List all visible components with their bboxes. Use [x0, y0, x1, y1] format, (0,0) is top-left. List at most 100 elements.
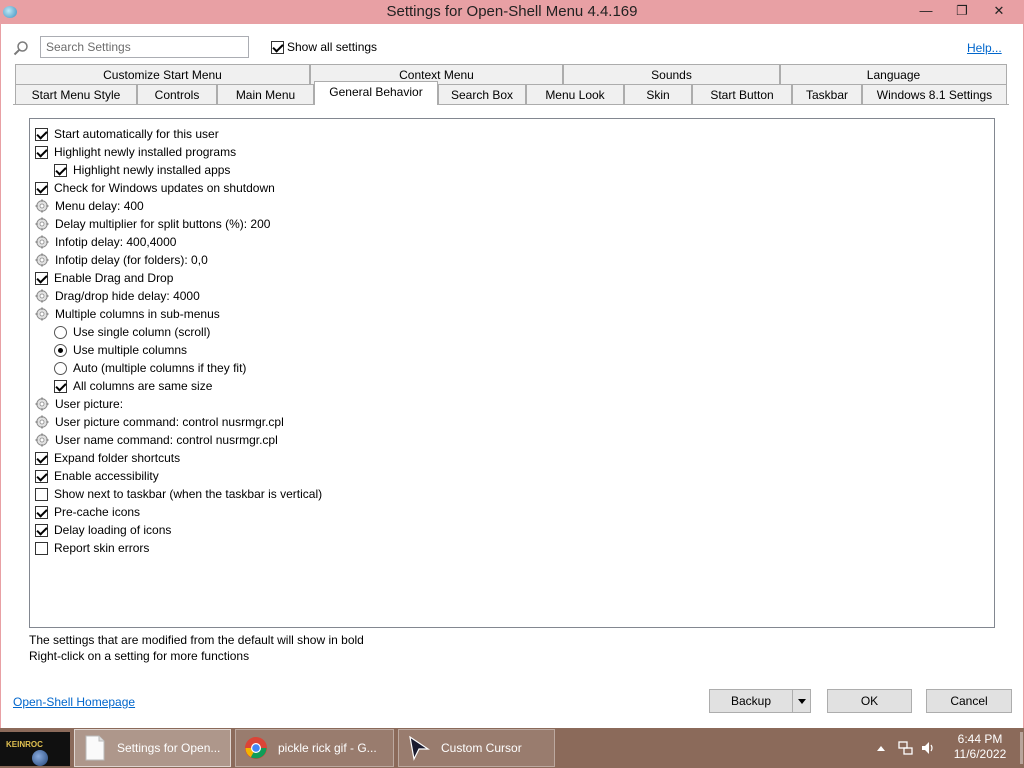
- tab-start-button[interactable]: Start Button: [692, 84, 792, 105]
- restore-button[interactable]: ❐: [946, 0, 978, 22]
- setting-row[interactable]: Check for Windows updates on shutdown: [35, 179, 275, 197]
- cursor-icon: [409, 735, 430, 761]
- settings-window: Show all settings Help... Customize Star…: [0, 24, 1024, 728]
- info-text-bold-note: The settings that are modified from the …: [29, 633, 364, 647]
- tab-start-menu-style[interactable]: Start Menu Style: [15, 84, 137, 105]
- setting-radio[interactable]: [54, 361, 67, 375]
- tab-main-menu[interactable]: Main Menu: [217, 84, 314, 105]
- chrome-icon: [245, 737, 267, 759]
- setting-checkbox[interactable]: [54, 379, 67, 393]
- system-tray: [872, 728, 938, 768]
- show-all-settings-toggle[interactable]: Show all settings: [271, 40, 377, 54]
- start-button[interactable]: KEINROC: [0, 732, 70, 766]
- setting-row[interactable]: All columns are same size: [54, 377, 212, 395]
- close-button[interactable]: ✕: [980, 0, 1018, 22]
- setting-checkbox[interactable]: [35, 451, 48, 465]
- tab-search-box[interactable]: Search Box: [438, 84, 526, 105]
- gear-icon: [35, 415, 49, 429]
- setting-row[interactable]: User name command: control nusrmgr.cpl: [35, 431, 278, 449]
- setting-label: Auto (multiple columns if they fit): [73, 361, 247, 375]
- minimize-button[interactable]: —: [910, 0, 942, 22]
- setting-row[interactable]: Multiple columns in sub-menus: [35, 305, 220, 323]
- show-all-checkbox[interactable]: [271, 40, 284, 54]
- gear-icon: [35, 433, 49, 447]
- setting-row[interactable]: Auto (multiple columns if they fit): [54, 359, 246, 377]
- start-logo-text: KEINROC: [6, 740, 43, 749]
- tab-general-behavior[interactable]: General Behavior: [314, 81, 438, 105]
- setting-label: Menu delay: 400: [55, 199, 144, 213]
- setting-row[interactable]: Expand folder shortcuts: [35, 449, 180, 467]
- setting-radio[interactable]: [54, 325, 67, 339]
- setting-row[interactable]: Highlight newly installed programs: [35, 143, 236, 161]
- title-bar[interactable]: Settings for Open-Shell Menu 4.4.169 — ❐…: [0, 0, 1024, 24]
- setting-row[interactable]: Start automatically for this user: [35, 125, 219, 143]
- network-icon[interactable]: [898, 740, 914, 756]
- setting-row[interactable]: User picture:: [35, 395, 123, 413]
- taskbar-item-custom-cursor[interactable]: Custom Cursor: [398, 729, 555, 767]
- setting-checkbox[interactable]: [35, 523, 48, 537]
- setting-label: Infotip delay: 400,4000: [55, 235, 177, 249]
- setting-checkbox[interactable]: [35, 469, 48, 483]
- setting-radio[interactable]: [54, 343, 67, 357]
- chevron-up-icon[interactable]: [876, 744, 886, 752]
- homepage-link[interactable]: Open-Shell Homepage: [13, 695, 135, 709]
- setting-row[interactable]: Use multiple columns: [54, 341, 187, 359]
- setting-label: Delay loading of icons: [54, 523, 172, 537]
- setting-checkbox[interactable]: [35, 487, 48, 501]
- setting-checkbox[interactable]: [35, 145, 48, 159]
- setting-checkbox[interactable]: [35, 181, 48, 195]
- cancel-button[interactable]: Cancel: [926, 689, 1012, 713]
- setting-row[interactable]: Menu delay: 400: [35, 197, 144, 215]
- settings-list[interactable]: Start automatically for this user Highlig…: [29, 118, 995, 628]
- setting-label: Drag/drop hide delay: 4000: [55, 289, 200, 303]
- setting-row[interactable]: Delay loading of icons: [35, 521, 171, 539]
- setting-row[interactable]: Report skin errors: [35, 539, 149, 557]
- taskbar-item-settings[interactable]: Settings for Open...: [74, 729, 231, 767]
- help-link[interactable]: Help...: [967, 41, 1002, 55]
- tab-skin[interactable]: Skin: [624, 84, 692, 105]
- ok-button[interactable]: OK: [827, 689, 912, 713]
- tab-customize-start-menu[interactable]: Customize Start Menu: [15, 64, 310, 85]
- backup-button[interactable]: Backup: [709, 689, 811, 713]
- setting-row[interactable]: Infotip delay: 400,4000: [35, 233, 176, 251]
- gear-icon: [35, 307, 49, 321]
- taskbar-item-label: Custom Cursor: [441, 741, 522, 755]
- search-icon: [13, 41, 28, 56]
- taskbar-item-chrome[interactable]: pickle rick gif - G...: [235, 729, 394, 767]
- setting-label: Report skin errors: [54, 541, 150, 555]
- setting-row[interactable]: Enable Drag and Drop: [35, 269, 173, 287]
- setting-row[interactable]: Enable accessibility: [35, 467, 159, 485]
- tab-strip-baseline: [13, 104, 1009, 105]
- taskbar-item-label: Settings for Open...: [117, 741, 221, 755]
- setting-row[interactable]: Use single column (scroll): [54, 323, 210, 341]
- tab-windows-8-1-settings[interactable]: Windows 8.1 Settings: [862, 84, 1007, 105]
- setting-label: Use single column (scroll): [73, 325, 211, 339]
- setting-row[interactable]: Infotip delay (for folders): 0,0: [35, 251, 208, 269]
- setting-label: Delay multiplier for split buttons (%): …: [55, 217, 271, 231]
- taskbar-item-label: pickle rick gif - G...: [278, 741, 377, 755]
- setting-checkbox[interactable]: [35, 541, 48, 555]
- setting-row[interactable]: Pre-cache icons: [35, 503, 140, 521]
- tab-sounds[interactable]: Sounds: [563, 64, 780, 85]
- search-input[interactable]: [40, 36, 249, 58]
- show-desktop-button[interactable]: [1020, 732, 1023, 764]
- chevron-down-icon[interactable]: [792, 690, 810, 712]
- setting-label: All columns are same size: [73, 379, 213, 393]
- setting-checkbox[interactable]: [35, 271, 48, 285]
- tab-taskbar[interactable]: Taskbar: [792, 84, 862, 105]
- tab-menu-look[interactable]: Menu Look: [526, 84, 624, 105]
- setting-row[interactable]: Show next to taskbar (when the taskbar i…: [35, 485, 322, 503]
- tab-controls[interactable]: Controls: [137, 84, 217, 105]
- setting-row[interactable]: Delay multiplier for split buttons (%): …: [35, 215, 270, 233]
- setting-checkbox[interactable]: [35, 505, 48, 519]
- tab-language[interactable]: Language: [780, 64, 1007, 85]
- setting-row[interactable]: Highlight newly installed apps: [54, 161, 230, 179]
- search-row: Show all settings Help...: [1, 32, 1023, 60]
- setting-checkbox[interactable]: [54, 163, 67, 177]
- setting-row[interactable]: Drag/drop hide delay: 4000: [35, 287, 200, 305]
- clock[interactable]: 6:44 PM 11/6/2022: [940, 732, 1020, 762]
- setting-label: User name command: control nusrmgr.cpl: [55, 433, 278, 447]
- setting-checkbox[interactable]: [35, 127, 48, 141]
- volume-icon[interactable]: [920, 740, 936, 756]
- setting-row[interactable]: User picture command: control nusrmgr.cp…: [35, 413, 284, 431]
